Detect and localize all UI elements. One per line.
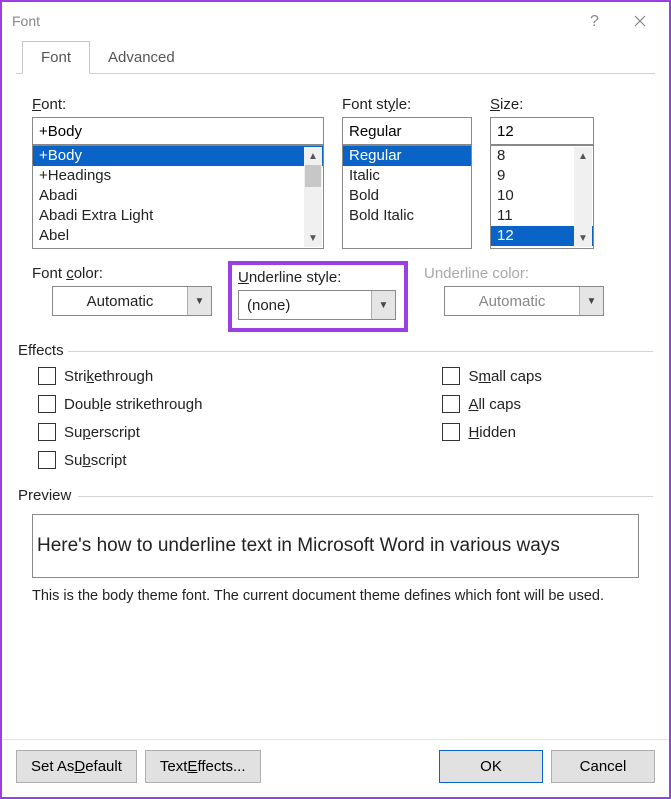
preview-text: Here's how to underline text in Microsof… (37, 535, 560, 557)
fontcolor-combo[interactable]: Automatic ▼ (52, 286, 212, 316)
strikethrough-checkbox[interactable]: Strikethrough (38, 367, 202, 385)
font-option-abel[interactable]: Abel (33, 226, 323, 246)
chevron-down-icon: ▼ (579, 287, 603, 315)
cancel-button[interactable]: Cancel (551, 750, 655, 783)
preview-box: Here's how to underline text in Microsof… (32, 514, 639, 578)
fontstyle-option-regular[interactable]: Regular (343, 146, 471, 166)
fontstyle-listbox[interactable]: Regular Italic Bold Bold Italic (342, 145, 472, 249)
subscript-checkbox[interactable]: Subscript (38, 451, 202, 469)
fontcolor-label: Font color: (32, 265, 212, 282)
size-listbox[interactable]: 8 9 10 11 12 ▲ ▼ (490, 145, 594, 249)
smallcaps-checkbox[interactable]: Small caps (442, 367, 541, 385)
underlinestyle-value: (none) (239, 297, 371, 314)
fontstyle-label: Font style: (342, 96, 472, 113)
text-effects-button[interactable]: Text Effects... (145, 750, 261, 783)
font-listbox[interactable]: +Body +Headings Abadi Abadi Extra Light … (32, 145, 324, 249)
size-input[interactable] (490, 117, 594, 145)
chevron-down-icon[interactable]: ▼ (187, 287, 211, 315)
tab-strip: Font Advanced (2, 40, 669, 74)
underline-style-highlight: Underline style: (none) ▼ (228, 261, 408, 332)
hidden-checkbox[interactable]: Hidden (442, 423, 541, 441)
preview-description: This is the body theme font. The current… (32, 588, 639, 604)
fontstyle-option-italic[interactable]: Italic (343, 166, 471, 186)
scroll-up-icon[interactable]: ▲ (574, 147, 592, 165)
font-scrollbar[interactable]: ▲ ▼ (304, 147, 322, 247)
window-title: Font (12, 13, 40, 29)
scroll-down-icon[interactable]: ▼ (304, 229, 322, 247)
underlinestyle-combo[interactable]: (none) ▼ (238, 290, 396, 320)
font-input[interactable] (32, 117, 324, 145)
underlinestyle-label: Underline style: (238, 269, 398, 286)
underlinecolor-combo: Automatic ▼ (444, 286, 604, 316)
underlinecolor-label: Underline color: (424, 265, 604, 282)
fontstyle-option-bolditalic[interactable]: Bold Italic (343, 206, 471, 226)
fontcolor-value: Automatic (53, 293, 187, 310)
ok-button[interactable]: OK (439, 750, 543, 783)
scroll-down-icon[interactable]: ▼ (574, 229, 592, 247)
tab-advanced[interactable]: Advanced (90, 42, 193, 73)
tab-font[interactable]: Font (22, 41, 90, 74)
font-option-abadi[interactable]: Abadi (33, 186, 323, 206)
double-strikethrough-checkbox[interactable]: Double strikethrough (38, 395, 202, 413)
close-button[interactable] (617, 5, 663, 37)
set-as-default-button[interactable]: Set As Default (16, 750, 137, 783)
chevron-down-icon[interactable]: ▼ (371, 291, 395, 319)
underlinecolor-value: Automatic (445, 293, 579, 310)
font-option-body[interactable]: +Body (33, 146, 323, 166)
fontstyle-option-bold[interactable]: Bold (343, 186, 471, 206)
dialog-footer: Set As Default Text Effects... OK Cancel (2, 739, 669, 797)
allcaps-checkbox[interactable]: All caps (442, 395, 541, 413)
font-dialog: Font ? Font Advanced Font: +Body +Headin… (0, 0, 671, 799)
fontstyle-input[interactable] (342, 117, 472, 145)
titlebar: Font ? (2, 2, 669, 40)
effects-group-label: Effects (18, 342, 639, 359)
help-button[interactable]: ? (571, 5, 617, 37)
preview-group-label: Preview (18, 487, 639, 504)
size-label: Size: (490, 96, 594, 113)
font-option-headings[interactable]: +Headings (33, 166, 323, 186)
scroll-up-icon[interactable]: ▲ (304, 147, 322, 165)
font-option-abadi-extra-light[interactable]: Abadi Extra Light (33, 206, 323, 226)
size-scrollbar[interactable]: ▲ ▼ (574, 147, 592, 247)
svg-text:?: ? (590, 14, 599, 28)
scroll-thumb[interactable] (305, 165, 321, 187)
superscript-checkbox[interactable]: Superscript (38, 423, 202, 441)
font-label: Font: (32, 96, 324, 113)
dialog-body: Font: +Body +Headings Abadi Abadi Extra … (2, 74, 669, 739)
